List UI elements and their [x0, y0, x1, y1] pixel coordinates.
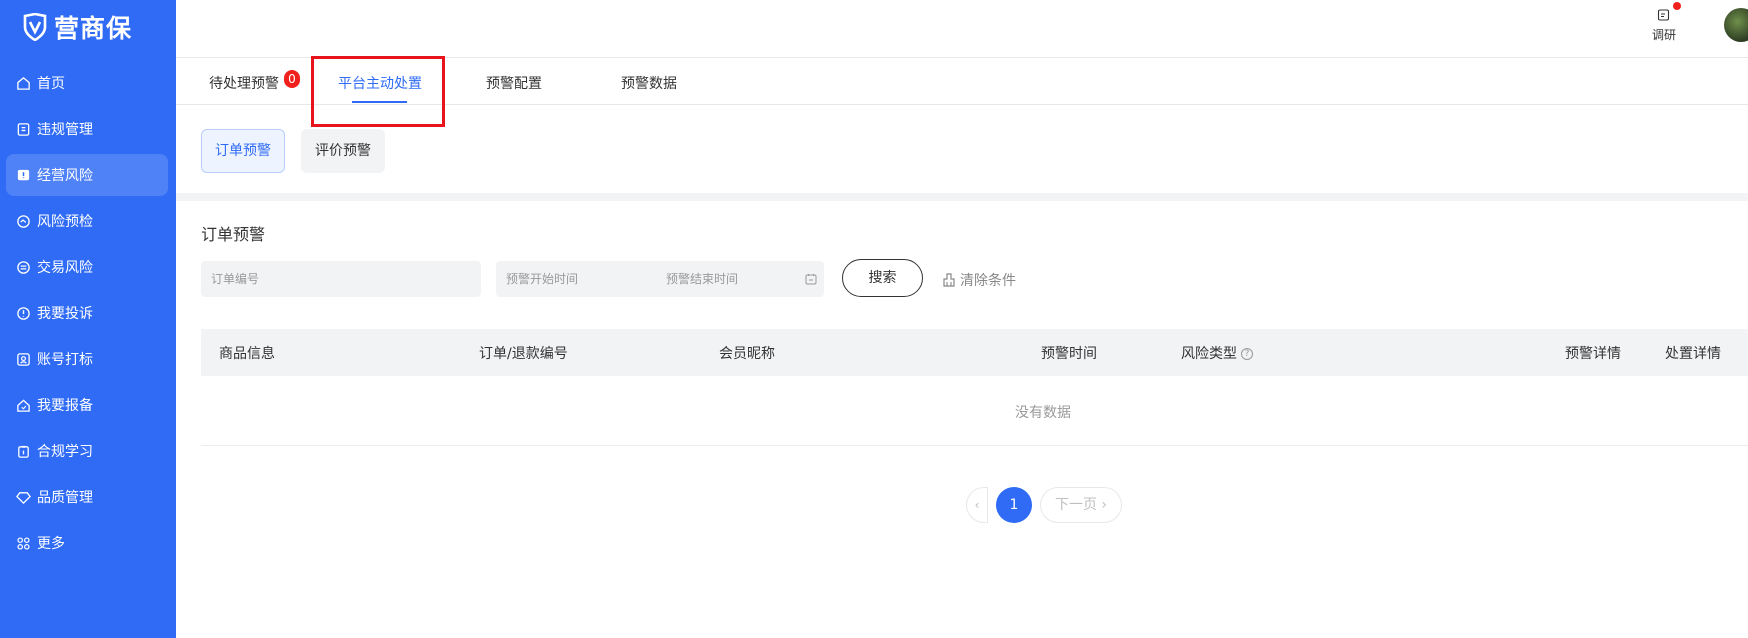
info-circle-icon — [15, 305, 31, 321]
broom-icon — [943, 273, 955, 287]
column-header: 预警详情 — [1565, 346, 1621, 362]
sidebar-item-complaint[interactable]: 我要投诉 — [6, 292, 168, 334]
sidebar-item-risk-precheck[interactable]: 风险预检 — [6, 200, 168, 242]
exchange-icon — [15, 259, 31, 275]
research-button[interactable]: 调研 — [1644, 2, 1684, 43]
apps-icon — [15, 535, 31, 551]
column-header-risk-type: 风险类型? — [1181, 343, 1253, 363]
sidebar-item-label: 交易风险 — [37, 260, 93, 276]
date-range-picker[interactable]: 预警开始时间 预警结束时间 — [496, 261, 824, 297]
pagination-page-1[interactable]: 1 — [996, 487, 1032, 523]
survey-edit-icon — [1657, 9, 1670, 21]
tab-platform-disposal[interactable]: 平台主动处置 — [338, 73, 422, 93]
pagination-next-button[interactable]: 下一页 › — [1040, 487, 1122, 523]
shield-logo-icon — [23, 13, 47, 41]
home-icon — [15, 75, 31, 91]
clear-conditions-label: 清除条件 — [960, 273, 1016, 289]
clear-conditions-button[interactable]: 清除条件 — [941, 270, 1016, 290]
sidebar-item-label: 账号打标 — [37, 352, 93, 368]
tab-pending-alerts[interactable]: 待处理预警 — [209, 73, 279, 93]
document-icon — [15, 121, 31, 137]
research-label: 调研 — [1651, 28, 1676, 42]
sidebar-item-label: 品质管理 — [37, 490, 93, 506]
house-icon — [15, 397, 31, 413]
order-number-input[interactable]: 订单编号 — [201, 261, 481, 297]
sidebar-item-label: 更多 — [37, 536, 65, 552]
pagination-prev-button[interactable]: ‹ — [966, 487, 988, 523]
sidebar-item-label: 我要投诉 — [37, 306, 93, 322]
brand-name: 营商保 — [54, 14, 133, 43]
section-divider — [176, 193, 1748, 201]
table-empty-row: 没有数据 — [201, 376, 1748, 446]
sidebar: 营商保 首页 违规管理 经营风险 风险预检 交易风险 我要投诉 账号打标 我要报… — [0, 0, 176, 638]
clipboard-icon — [15, 443, 31, 459]
sidebar-item-label: 风险预检 — [37, 214, 93, 230]
sidebar-item-account-tag[interactable]: 账号打标 — [6, 338, 168, 380]
sidebar-item-label: 违规管理 — [37, 122, 93, 138]
sidebar-item-more[interactable]: 更多 — [6, 522, 168, 564]
help-icon[interactable]: ? — [1241, 348, 1253, 360]
tab-alert-data[interactable]: 预警数据 — [621, 73, 677, 93]
sidebar-item-report[interactable]: 我要报备 — [6, 384, 168, 426]
start-time-field[interactable]: 预警开始时间 — [506, 272, 578, 286]
user-avatar[interactable] — [1724, 8, 1748, 42]
column-header: 订单/退款编号 — [479, 346, 568, 362]
sub-tabs: 订单预警 评价预警 — [176, 106, 1748, 193]
column-header: 会员昵称 — [719, 346, 775, 362]
shield-check-icon — [15, 213, 31, 229]
calendar-icon[interactable] — [805, 273, 817, 285]
notification-dot — [1673, 2, 1681, 10]
alert-screen-icon — [15, 167, 31, 183]
table-header: 商品信息 订单/退款编号 会员昵称 预警时间 风险类型? 预警详情 处置详情 — [201, 329, 1748, 376]
sidebar-item-trade-risk[interactable]: 交易风险 — [6, 246, 168, 288]
diamond-icon — [15, 489, 31, 505]
column-header: 风险类型 — [1181, 346, 1237, 362]
sidebar-item-business-risk[interactable]: 经营风险 — [6, 154, 168, 196]
column-header: 商品信息 — [219, 346, 275, 362]
end-time-field[interactable]: 预警结束时间 — [666, 261, 738, 297]
main-tabs: 待处理预警 0 平台主动处置 预警配置 预警数据 — [176, 58, 1748, 105]
sidebar-nav: 首页 违规管理 经营风险 风险预检 交易风险 我要投诉 账号打标 我要报备 合规… — [0, 62, 176, 564]
active-tab-underline — [352, 101, 407, 103]
sidebar-item-label: 首页 — [37, 76, 65, 92]
pending-count-badge: 0 — [284, 70, 300, 88]
sidebar-item-violations[interactable]: 违规管理 — [6, 108, 168, 150]
sidebar-item-label: 合规学习 — [37, 444, 93, 460]
column-header: 预警时间 — [1041, 346, 1097, 362]
sidebar-item-label: 我要报备 — [37, 398, 93, 414]
column-header: 处置详情 — [1665, 346, 1721, 362]
sidebar-item-label: 经营风险 — [37, 168, 93, 184]
brand-logo[interactable]: 营商保 — [0, 0, 176, 54]
top-header: 调研 — [176, 0, 1748, 58]
search-button[interactable]: 搜索 — [842, 259, 923, 297]
tab-alert-config[interactable]: 预警配置 — [486, 73, 542, 93]
empty-state-text: 没有数据 — [1015, 405, 1071, 421]
subtab-order-alerts[interactable]: 订单预警 — [201, 129, 285, 173]
sidebar-item-home[interactable]: 首页 — [6, 62, 168, 104]
sidebar-item-compliance-learning[interactable]: 合规学习 — [6, 430, 168, 472]
user-card-icon — [15, 351, 31, 367]
sidebar-item-quality[interactable]: 品质管理 — [6, 476, 168, 518]
section-title: 订单预警 — [201, 225, 266, 244]
subtab-review-alerts[interactable]: 评价预警 — [301, 129, 385, 173]
